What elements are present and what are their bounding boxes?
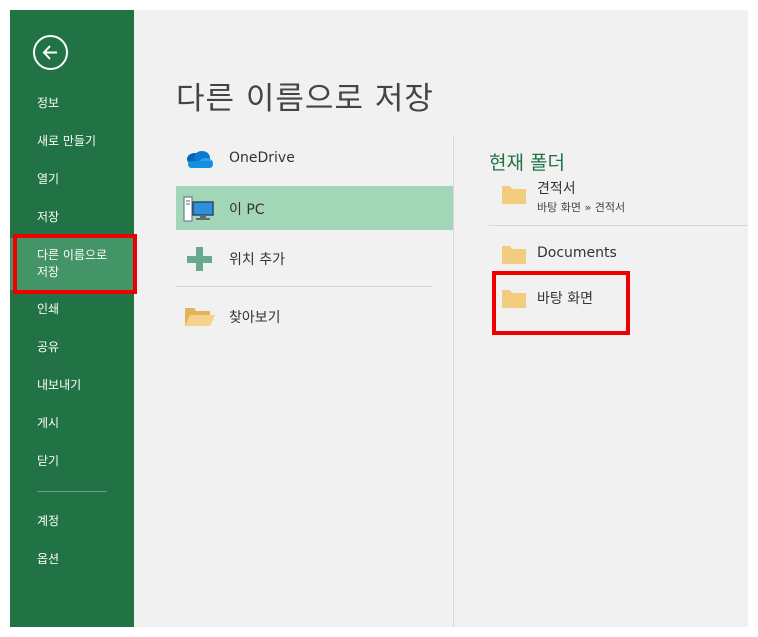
nav-open[interactable]: 열기 [37, 171, 132, 188]
location-label: 이 PC [229, 202, 265, 218]
plus-icon [187, 247, 212, 271]
nav-info[interactable]: 정보 [37, 95, 132, 112]
location-add-place[interactable]: 위치 추가 [176, 236, 453, 280]
location-divider [176, 286, 432, 287]
column-separator [453, 135, 454, 627]
nav-export[interactable]: 내보내기 [37, 377, 132, 394]
nav-options[interactable]: 옵션 [37, 551, 132, 568]
folder-path: 바탕 화면 » 견적서 [537, 201, 626, 214]
folder-item[interactable]: Documents [489, 240, 748, 268]
nav-publish[interactable]: 게시 [37, 415, 132, 432]
folder-divider [489, 225, 748, 226]
backstage-sidebar: 정보 새로 만들기 열기 저장 다른 이름으로 저장 인쇄 공유 내보내기 게시… [10, 10, 134, 627]
nav-save[interactable]: 저장 [37, 209, 132, 226]
folder-name: Documents [537, 245, 617, 261]
back-arrow-icon [42, 45, 57, 60]
folder-name: 견적서 [537, 181, 576, 197]
location-label: OneDrive [229, 150, 295, 166]
current-folder-title: 현재 폴더 [489, 152, 565, 174]
location-onedrive[interactable]: OneDrive [176, 137, 453, 181]
nav-close[interactable]: 닫기 [37, 453, 132, 470]
nav-new[interactable]: 새로 만들기 [37, 133, 132, 150]
location-label: 찾아보기 [229, 310, 281, 326]
nav-divider [37, 491, 107, 492]
back-button[interactable] [33, 35, 68, 70]
location-browse[interactable]: 찾아보기 [176, 294, 453, 338]
this-pc-icon [183, 196, 214, 222]
folder-name: 바탕 화면 [537, 291, 593, 307]
folder-item[interactable]: 견적서 바탕 화면 » 견적서 [489, 177, 748, 217]
folder-item[interactable]: 바탕 화면 [489, 285, 748, 313]
open-folder-icon [185, 308, 215, 326]
nav-account[interactable]: 계정 [37, 513, 132, 530]
onedrive-cloud-icon [187, 151, 213, 168]
backstage-view: 정보 새로 만들기 열기 저장 다른 이름으로 저장 인쇄 공유 내보내기 게시… [10, 10, 748, 627]
location-this-pc[interactable]: 이 PC [176, 186, 453, 230]
folder-icon [502, 290, 526, 308]
nav-print[interactable]: 인쇄 [37, 301, 132, 318]
nav-save-as[interactable]: 다른 이름으로 저장 [10, 238, 134, 290]
location-label: 위치 추가 [229, 252, 285, 268]
nav-share[interactable]: 공유 [37, 339, 132, 356]
folder-icon [502, 246, 526, 264]
page-title: 다른 이름으로 저장 [176, 81, 434, 117]
folder-icon [502, 186, 526, 204]
